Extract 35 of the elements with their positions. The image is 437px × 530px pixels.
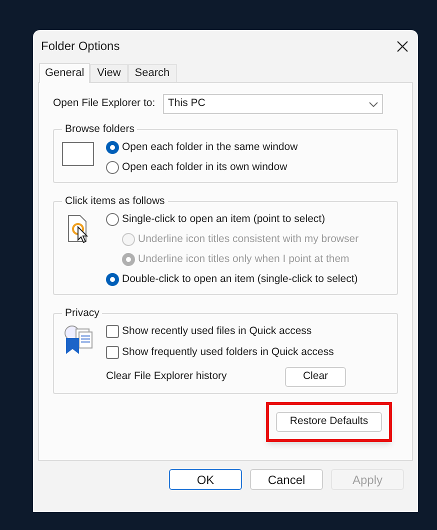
restore-defaults-button[interactable]: Restore Defaults bbox=[276, 412, 382, 432]
group-title: Browse folders bbox=[64, 122, 136, 137]
clear-button[interactable]: Clear bbox=[285, 367, 346, 388]
radio-button[interactable] bbox=[106, 141, 119, 154]
dialog-button: Apply bbox=[331, 469, 404, 490]
dialog-button[interactable]: OK bbox=[169, 469, 242, 490]
tab[interactable]: Search bbox=[128, 64, 177, 82]
option-label: Show frequently used folders in Quick access bbox=[122, 344, 334, 360]
chevron-down-icon bbox=[369, 102, 378, 106]
cursor-file-icon bbox=[67, 214, 89, 244]
option-label: Open each folder in the same window bbox=[122, 140, 298, 155]
window-title: Folder Options bbox=[41, 38, 120, 55]
group-title: Click items as follows bbox=[64, 194, 166, 209]
option-label: Double-click to open an item (single-click to select) bbox=[122, 272, 358, 287]
action-label: Clear File Explorer history bbox=[106, 369, 227, 384]
close-icon[interactable] bbox=[397, 40, 408, 52]
tab[interactable]: View bbox=[90, 64, 128, 82]
privacy-files-icon bbox=[63, 325, 93, 356]
radio-button[interactable] bbox=[106, 161, 119, 174]
group-title: Privacy bbox=[64, 306, 100, 320]
radio-button[interactable] bbox=[106, 213, 119, 226]
option-label: Underline icon titles only when I point at them bbox=[138, 252, 350, 267]
dropdown-value: This PC bbox=[168, 96, 206, 112]
dialog-button[interactable]: Cancel bbox=[250, 469, 323, 490]
option-label: Show recently used files in Quick access bbox=[122, 324, 312, 339]
radio-button[interactable] bbox=[106, 273, 119, 286]
option-label: Underline icon titles consistent with my browser bbox=[138, 232, 359, 247]
dropdown-field[interactable]: This PC bbox=[163, 94, 383, 114]
option-label: Single-click to open an item (point to select) bbox=[122, 212, 326, 227]
checkbox[interactable] bbox=[106, 346, 119, 360]
field-label: Open File Explorer to: bbox=[53, 96, 156, 112]
window-icon bbox=[62, 142, 94, 166]
option-label: Open each folder in its own window bbox=[122, 160, 288, 175]
checkbox[interactable] bbox=[106, 325, 119, 338]
tab[interactable]: General bbox=[39, 63, 90, 83]
